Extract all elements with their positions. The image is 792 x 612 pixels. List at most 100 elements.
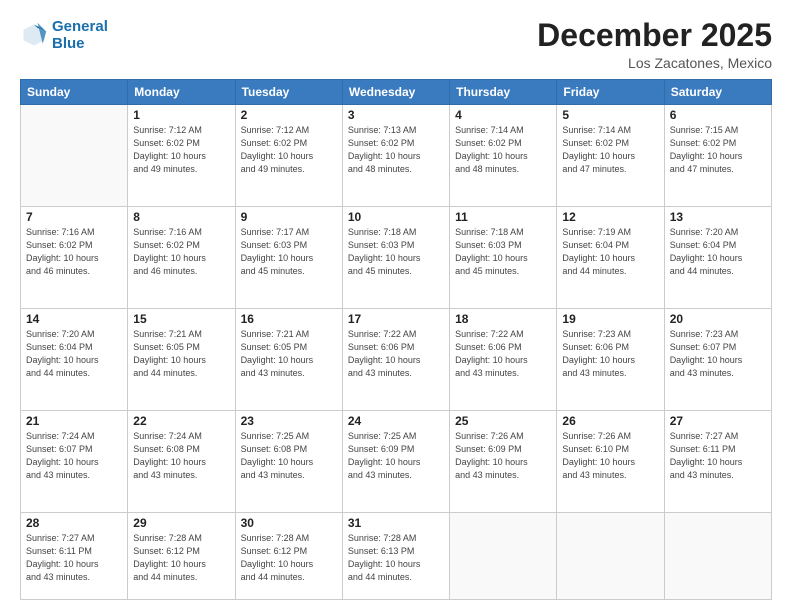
day-number: 9 (241, 210, 337, 224)
header: General Blue December 2025 Los Zacatones… (20, 18, 772, 71)
day-number: 2 (241, 108, 337, 122)
location: Los Zacatones, Mexico (537, 55, 772, 71)
day-number: 6 (670, 108, 766, 122)
day-info: Sunrise: 7:22 AMSunset: 6:06 PMDaylight:… (455, 328, 551, 380)
day-cell: 13Sunrise: 7:20 AMSunset: 6:04 PMDayligh… (664, 207, 771, 309)
day-number: 25 (455, 414, 551, 428)
col-header-wednesday: Wednesday (342, 80, 449, 105)
day-cell: 26Sunrise: 7:26 AMSunset: 6:10 PMDayligh… (557, 410, 664, 512)
day-info: Sunrise: 7:14 AMSunset: 6:02 PMDaylight:… (562, 124, 658, 176)
day-info: Sunrise: 7:27 AMSunset: 6:11 PMDaylight:… (26, 532, 122, 584)
day-info: Sunrise: 7:26 AMSunset: 6:09 PMDaylight:… (455, 430, 551, 482)
day-info: Sunrise: 7:12 AMSunset: 6:02 PMDaylight:… (241, 124, 337, 176)
day-cell: 29Sunrise: 7:28 AMSunset: 6:12 PMDayligh… (128, 512, 235, 599)
day-number: 16 (241, 312, 337, 326)
col-header-tuesday: Tuesday (235, 80, 342, 105)
day-info: Sunrise: 7:16 AMSunset: 6:02 PMDaylight:… (133, 226, 229, 278)
day-info: Sunrise: 7:13 AMSunset: 6:02 PMDaylight:… (348, 124, 444, 176)
day-cell: 27 Sunrise: 7:27 AMSunset: 6:11 PMDayligh… (664, 410, 771, 512)
day-info: Sunrise: 7:24 AMSunset: 6:08 PMDaylight:… (133, 430, 229, 482)
day-cell: 5 Sunrise: 7:14 AMSunset: 6:02 PMDaylight… (557, 105, 664, 207)
day-info: Sunrise: 7:28 AMSunset: 6:13 PMDaylight:… (348, 532, 444, 584)
day-number: 14 (26, 312, 122, 326)
day-cell: 6 Sunrise: 7:15 AMSunset: 6:02 PMDaylight… (664, 105, 771, 207)
week-row-5: 28 Sunrise: 7:27 AMSunset: 6:11 PMDayligh… (21, 512, 772, 599)
day-cell: 17Sunrise: 7:22 AMSunset: 6:06 PMDayligh… (342, 309, 449, 411)
day-info: Sunrise: 7:14 AMSunset: 6:02 PMDaylight:… (455, 124, 551, 176)
day-cell: 19 Sunrise: 7:23 AMSunset: 6:06 PMDayligh… (557, 309, 664, 411)
page: General Blue December 2025 Los Zacatones… (0, 0, 792, 612)
col-header-monday: Monday (128, 80, 235, 105)
day-number: 11 (455, 210, 551, 224)
day-info: Sunrise: 7:25 AMSunset: 6:08 PMDaylight:… (241, 430, 337, 482)
day-info: Sunrise: 7:27 AMSunset: 6:11 PMDaylight:… (670, 430, 766, 482)
day-cell: 21 Sunrise: 7:24 AMSunset: 6:07 PMDayligh… (21, 410, 128, 512)
day-number: 10 (348, 210, 444, 224)
month-title: December 2025 (537, 18, 772, 53)
day-cell: 23 Sunrise: 7:25 AMSunset: 6:08 PMDayligh… (235, 410, 342, 512)
day-info: Sunrise: 7:23 AMSunset: 6:06 PMDaylight:… (562, 328, 658, 380)
day-info: Sunrise: 7:12 AMSunset: 6:02 PMDaylight:… (133, 124, 229, 176)
day-number: 18 (455, 312, 551, 326)
day-number: 28 (26, 516, 122, 530)
day-number: 4 (455, 108, 551, 122)
day-info: Sunrise: 7:28 AMSunset: 6:12 PMDaylight:… (241, 532, 337, 584)
day-cell: 28 Sunrise: 7:27 AMSunset: 6:11 PMDayligh… (21, 512, 128, 599)
day-cell: 9 Sunrise: 7:17 AMSunset: 6:03 PMDaylight… (235, 207, 342, 309)
calendar-table: SundayMondayTuesdayWednesdayThursdayFrid… (20, 79, 772, 600)
col-header-sunday: Sunday (21, 80, 128, 105)
day-number: 7 (26, 210, 122, 224)
day-cell: 25 Sunrise: 7:26 AMSunset: 6:09 PMDayligh… (450, 410, 557, 512)
col-header-thursday: Thursday (450, 80, 557, 105)
day-number: 23 (241, 414, 337, 428)
day-cell: 15Sunrise: 7:21 AMSunset: 6:05 PMDayligh… (128, 309, 235, 411)
day-number: 29 (133, 516, 229, 530)
day-cell: 1 Sunrise: 7:12 AMSunset: 6:02 PMDaylight… (128, 105, 235, 207)
day-cell: 31Sunrise: 7:28 AMSunset: 6:13 PMDayligh… (342, 512, 449, 599)
week-row-2: 7 Sunrise: 7:16 AMSunset: 6:02 PMDaylight… (21, 207, 772, 309)
week-row-3: 14Sunrise: 7:20 AMSunset: 6:04 PMDayligh… (21, 309, 772, 411)
day-number: 30 (241, 516, 337, 530)
day-info: Sunrise: 7:26 AMSunset: 6:10 PMDaylight:… (562, 430, 658, 482)
week-row-1: 1 Sunrise: 7:12 AMSunset: 6:02 PMDaylight… (21, 105, 772, 207)
day-number: 3 (348, 108, 444, 122)
day-cell (557, 512, 664, 599)
logo-text: General Blue (52, 18, 108, 53)
day-cell: 3 Sunrise: 7:13 AMSunset: 6:02 PMDaylight… (342, 105, 449, 207)
day-info: Sunrise: 7:23 AMSunset: 6:07 PMDaylight:… (670, 328, 766, 380)
day-number: 5 (562, 108, 658, 122)
day-cell: 7 Sunrise: 7:16 AMSunset: 6:02 PMDaylight… (21, 207, 128, 309)
day-cell (21, 105, 128, 207)
day-cell: 20 Sunrise: 7:23 AMSunset: 6:07 PMDayligh… (664, 309, 771, 411)
day-number: 15 (133, 312, 229, 326)
day-number: 1 (133, 108, 229, 122)
logo-icon (20, 21, 48, 49)
day-info: Sunrise: 7:16 AMSunset: 6:02 PMDaylight:… (26, 226, 122, 278)
day-cell: 22Sunrise: 7:24 AMSunset: 6:08 PMDayligh… (128, 410, 235, 512)
day-cell: 8 Sunrise: 7:16 AMSunset: 6:02 PMDaylight… (128, 207, 235, 309)
day-number: 8 (133, 210, 229, 224)
day-cell: 16Sunrise: 7:21 AMSunset: 6:05 PMDayligh… (235, 309, 342, 411)
day-cell: 14Sunrise: 7:20 AMSunset: 6:04 PMDayligh… (21, 309, 128, 411)
day-number: 19 (562, 312, 658, 326)
day-number: 13 (670, 210, 766, 224)
day-info: Sunrise: 7:24 AMSunset: 6:07 PMDaylight:… (26, 430, 122, 482)
title-block: December 2025 Los Zacatones, Mexico (537, 18, 772, 71)
day-info: Sunrise: 7:15 AMSunset: 6:02 PMDaylight:… (670, 124, 766, 176)
col-header-saturday: Saturday (664, 80, 771, 105)
day-info: Sunrise: 7:22 AMSunset: 6:06 PMDaylight:… (348, 328, 444, 380)
day-number: 24 (348, 414, 444, 428)
day-cell (450, 512, 557, 599)
day-cell: 24 Sunrise: 7:25 AMSunset: 6:09 PMDayligh… (342, 410, 449, 512)
day-cell: 30 Sunrise: 7:28 AMSunset: 6:12 PMDayligh… (235, 512, 342, 599)
day-info: Sunrise: 7:18 AMSunset: 6:03 PMDaylight:… (348, 226, 444, 278)
day-info: Sunrise: 7:17 AMSunset: 6:03 PMDaylight:… (241, 226, 337, 278)
day-cell: 12Sunrise: 7:19 AMSunset: 6:04 PMDayligh… (557, 207, 664, 309)
header-row: SundayMondayTuesdayWednesdayThursdayFrid… (21, 80, 772, 105)
day-number: 21 (26, 414, 122, 428)
day-info: Sunrise: 7:25 AMSunset: 6:09 PMDaylight:… (348, 430, 444, 482)
day-number: 27 (670, 414, 766, 428)
day-number: 20 (670, 312, 766, 326)
day-cell: 4 Sunrise: 7:14 AMSunset: 6:02 PMDaylight… (450, 105, 557, 207)
day-cell: 18 Sunrise: 7:22 AMSunset: 6:06 PMDayligh… (450, 309, 557, 411)
